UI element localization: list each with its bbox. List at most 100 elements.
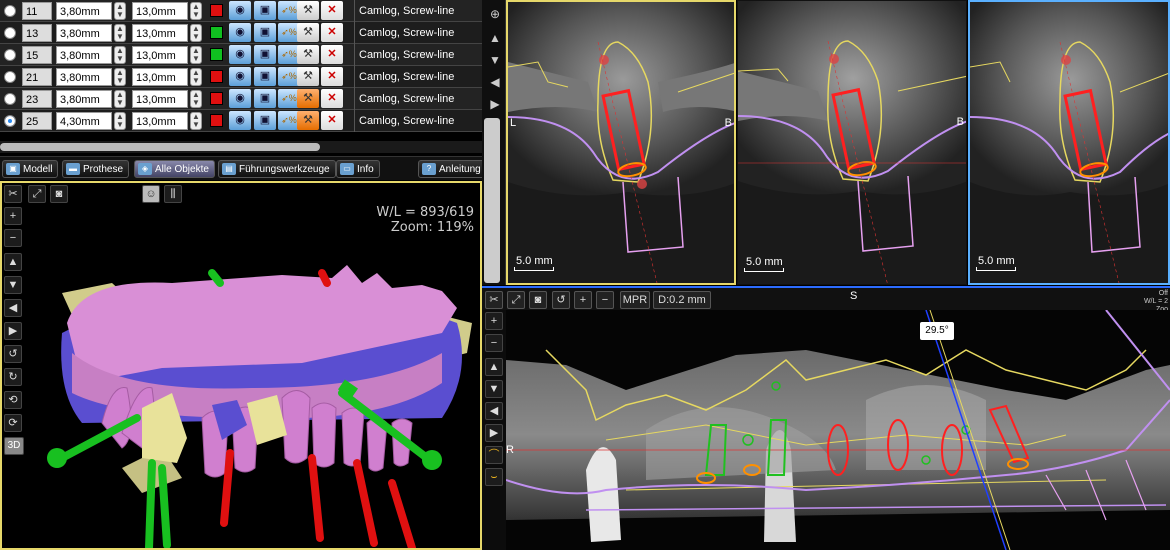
implant-length-field[interactable]: 13,0mm	[132, 111, 188, 130]
3d-view[interactable]: ✂ ⤢ ◙ ☺ ⫼ + − ▲ ▼ ◀ ▶ ↺ ↻ ⟲ ⟳ 3D W/L = 8…	[0, 181, 482, 550]
arrow-right-icon[interactable]: ▶	[4, 322, 22, 340]
tab-prothese[interactable]: ▬ Prothese	[62, 160, 130, 178]
rotate-left-icon[interactable]: ↺	[4, 345, 22, 363]
implant-row[interactable]: 15 3,80mm ▲ ▼ 13,0mm ▲ ▼ ◉ ▣ ➶% ⚒ ✕ Camlog…	[0, 43, 482, 66]
length-stepper[interactable]: ▲ ▼	[190, 67, 202, 86]
visibility-eye-icon[interactable]: ◉	[229, 1, 251, 20]
delete-icon[interactable]: ✕	[321, 111, 343, 130]
cross-section-scrollbar[interactable]	[484, 118, 500, 283]
arrow-up-icon[interactable]: ▲	[487, 30, 503, 46]
implant-select-radio[interactable]	[4, 4, 16, 17]
lock-icon[interactable]: ▣	[254, 1, 276, 20]
delete-icon[interactable]: ✕	[321, 23, 343, 42]
arrow-left-icon[interactable]: ◀	[485, 402, 503, 420]
diameter-stepper[interactable]: ▲ ▼	[114, 89, 126, 108]
lower-jaw-icon[interactable]: ⌣	[485, 468, 503, 486]
guide-sleeve-icon[interactable]: ⚒	[297, 67, 319, 86]
mpr-button[interactable]: MPR	[620, 291, 650, 309]
visibility-eye-icon[interactable]: ◉	[229, 89, 251, 108]
fit-icon[interactable]: ⤢	[28, 185, 46, 203]
diameter-stepper[interactable]: ▲ ▼	[114, 23, 126, 42]
delete-icon[interactable]: ✕	[321, 45, 343, 64]
implant-diameter-field[interactable]: 3,80mm	[56, 23, 112, 42]
diameter-stepper[interactable]: ▲ ▼	[114, 67, 126, 86]
implant-select-radio[interactable]	[4, 26, 16, 39]
delete-icon[interactable]: ✕	[321, 1, 343, 20]
undo-icon[interactable]: ↺	[552, 291, 570, 309]
implant-color-swatch[interactable]	[210, 92, 223, 105]
length-stepper[interactable]: ▲ ▼	[190, 1, 202, 20]
tab-modell[interactable]: ▣ Modell	[2, 160, 59, 178]
zoom-in-icon[interactable]: ⊕	[487, 6, 503, 22]
guide-sleeve-icon[interactable]: ⚒	[297, 111, 319, 130]
arrow-left-icon[interactable]: ◀	[487, 74, 503, 90]
cross-section-panel-2[interactable]: B 5.0 mm	[737, 0, 967, 285]
implant-color-swatch[interactable]	[210, 4, 223, 17]
face-icon[interactable]: ☺	[142, 185, 160, 203]
zoom-in-icon[interactable]: +	[485, 312, 503, 330]
upper-jaw-icon[interactable]: ⌒	[485, 446, 503, 464]
arrow-right-icon[interactable]: ▶	[487, 96, 503, 112]
implant-row[interactable]: 25 4,30mm ▲ ▼ 13,0mm ▲ ▼ ◉ ▣ ➶% ⚒ ✕ Camlog…	[0, 109, 482, 132]
implant-length-field[interactable]: 13,0mm	[132, 89, 188, 108]
implant-select-radio[interactable]	[4, 70, 16, 83]
arrow-up-icon[interactable]: ▲	[4, 253, 22, 271]
implant-color-swatch[interactable]	[210, 48, 223, 61]
length-stepper[interactable]: ▲ ▼	[190, 111, 202, 130]
3d-mode-button[interactable]: 3D	[4, 437, 24, 455]
camera-icon[interactable]: ◙	[529, 291, 547, 309]
rotate-right-icon[interactable]: ↻	[4, 368, 22, 386]
camera-icon[interactable]: ◙	[50, 185, 68, 203]
lock-icon[interactable]: ▣	[254, 67, 276, 86]
implant-length-field[interactable]: 13,0mm	[132, 45, 188, 64]
table-horizontal-scrollbar[interactable]	[0, 141, 482, 153]
tab-fuehrungswerkzeuge[interactable]: ▤ Führungswerkzeuge	[218, 160, 336, 178]
lock-icon[interactable]: ▣	[254, 111, 276, 130]
cross-section-panel-1[interactable]: L B 5.0 mm	[506, 0, 736, 285]
implant-row[interactable]: 11 3,80mm ▲ ▼ 13,0mm ▲ ▼ ◉ ▣ ➶% ⚒ ✕ Camlog…	[0, 0, 482, 22]
panoramic-view[interactable]: 29.5° R	[506, 310, 1170, 550]
fit-icon[interactable]: ⤢	[507, 291, 525, 309]
length-stepper[interactable]: ▲ ▼	[190, 89, 202, 108]
implant-select-radio[interactable]	[4, 92, 16, 105]
scissors-icon[interactable]: ✂	[485, 291, 503, 309]
arrow-down-icon[interactable]: ▼	[4, 276, 22, 294]
delete-icon[interactable]: ✕	[321, 67, 343, 86]
diameter-stepper[interactable]: ▲ ▼	[114, 45, 126, 64]
arrow-left-icon[interactable]: ◀	[4, 299, 22, 317]
zoom-in-icon[interactable]: +	[4, 207, 22, 225]
scrollbar-thumb[interactable]	[0, 143, 320, 151]
visibility-eye-icon[interactable]: ◉	[229, 111, 251, 130]
implant-diameter-field[interactable]: 4,30mm	[56, 111, 112, 130]
tab-alle-objekte[interactable]: ◈ Alle Objekte	[134, 160, 215, 178]
implant-select-radio[interactable]	[4, 114, 16, 127]
implant-row[interactable]: 21 3,80mm ▲ ▼ 13,0mm ▲ ▼ ◉ ▣ ➶% ⚒ ✕ Camlog…	[0, 65, 482, 88]
guide-sleeve-icon[interactable]: ⚒	[297, 89, 319, 108]
length-stepper[interactable]: ▲ ▼	[190, 23, 202, 42]
guide-sleeve-icon[interactable]: ⚒	[297, 23, 319, 42]
guide-sleeve-icon[interactable]: ⚒	[297, 1, 319, 20]
arrow-down-icon[interactable]: ▼	[487, 52, 503, 68]
tab-info[interactable]: ▭ Info	[336, 160, 380, 178]
scissors-icon[interactable]: ✂	[4, 185, 22, 203]
minus-icon[interactable]: −	[596, 291, 614, 309]
cross-section-panel-3[interactable]: 5.0 mm	[968, 0, 1170, 285]
lock-icon[interactable]: ▣	[254, 45, 276, 64]
tilt-left-icon[interactable]: ⟲	[4, 391, 22, 409]
arrow-right-icon[interactable]: ▶	[485, 424, 503, 442]
implant-row[interactable]: 13 3,80mm ▲ ▼ 13,0mm ▲ ▼ ◉ ▣ ➶% ⚒ ✕ Camlog…	[0, 21, 482, 44]
tab-anleitung[interactable]: ? Anleitung	[418, 160, 487, 178]
delete-icon[interactable]: ✕	[321, 89, 343, 108]
visibility-eye-icon[interactable]: ◉	[229, 23, 251, 42]
arrow-up-icon[interactable]: ▲	[485, 358, 503, 376]
implant-length-field[interactable]: 13,0mm	[132, 67, 188, 86]
implant-length-field[interactable]: 13,0mm	[132, 1, 188, 20]
implant-color-swatch[interactable]	[210, 114, 223, 127]
implant-select-radio[interactable]	[4, 48, 16, 61]
implant-icon[interactable]: ⫼	[164, 185, 182, 203]
implant-length-field[interactable]: 13,0mm	[132, 23, 188, 42]
length-stepper[interactable]: ▲ ▼	[190, 45, 202, 64]
tilt-right-icon[interactable]: ⟳	[4, 414, 22, 432]
implant-diameter-field[interactable]: 3,80mm	[56, 45, 112, 64]
visibility-eye-icon[interactable]: ◉	[229, 67, 251, 86]
